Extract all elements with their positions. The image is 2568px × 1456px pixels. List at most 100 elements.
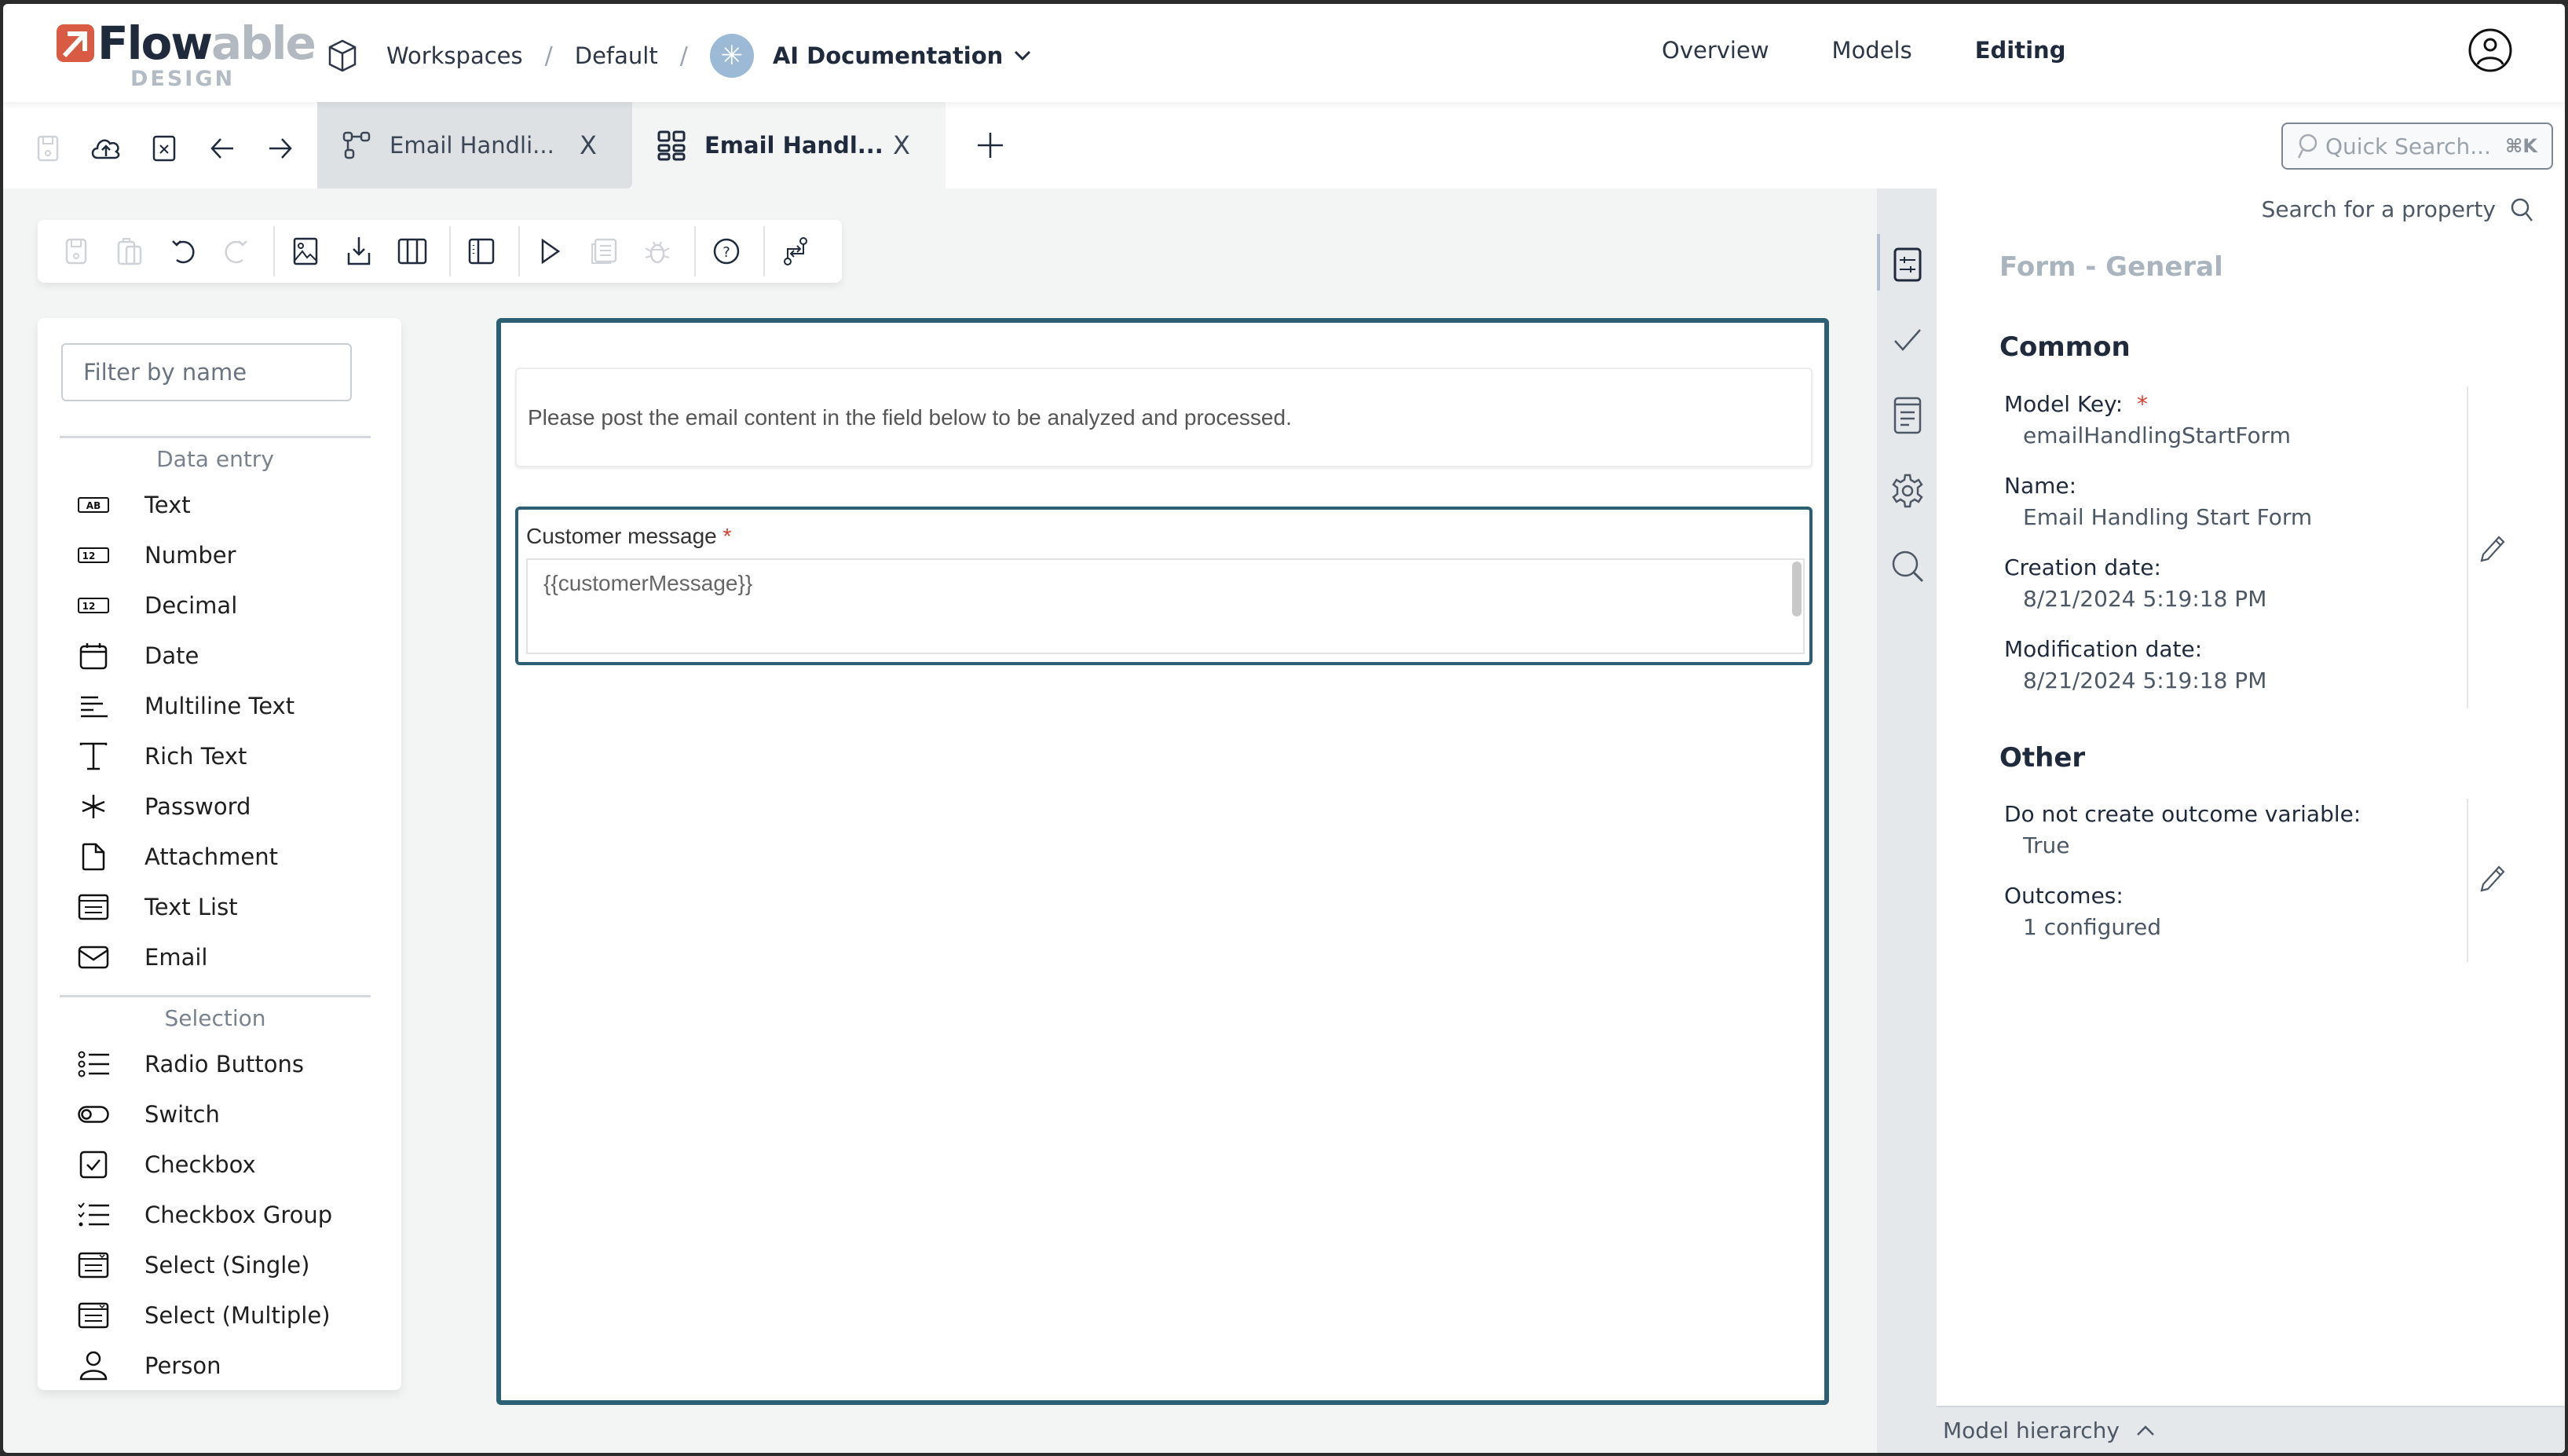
form-canvas[interactable]: Please post the email content in the fie… [496, 318, 1829, 1405]
nav-editing[interactable]: Editing [1975, 37, 2066, 64]
properties-title: Form - General [1999, 251, 2223, 283]
palette-item-switch[interactable]: Switch [60, 1089, 371, 1140]
breadcrumb-default[interactable]: Default [575, 42, 658, 69]
palette-item-number[interactable]: 12 Number [60, 530, 371, 580]
field-label: Customer message * [526, 524, 731, 549]
edit-pencil-icon[interactable] [2477, 864, 2508, 895]
customer-message-textarea[interactable]: {{customerMessage}} [526, 558, 1805, 654]
palette-item-label: Email [144, 944, 208, 971]
logo-word-light: able [210, 16, 316, 70]
upload-cloud-icon[interactable] [90, 132, 123, 165]
quick-search-input[interactable]: Quick Search... ⌘K [2281, 123, 2553, 170]
palette-item-label: Radio Buttons [144, 1051, 304, 1077]
filter-by-name-input[interactable]: Filter by name [61, 343, 352, 401]
quick-search-shortcut: ⌘K [2505, 135, 2537, 157]
editor-toolbar: ? [38, 220, 842, 283]
prop-value-outcomes: 1 configured [2023, 914, 2162, 940]
group-divider [2467, 386, 2468, 708]
nav-overview[interactable]: Overview [1662, 37, 1769, 64]
property-search-input[interactable]: Search for a property [2262, 196, 2533, 222]
palette-item-text-list[interactable]: Text List [60, 882, 371, 932]
palette-item-label: Decimal [144, 592, 238, 619]
gear-icon[interactable] [1891, 474, 1924, 508]
tab-form-model[interactable]: Email Handl... X [632, 102, 946, 188]
checkbox-icon [77, 1148, 110, 1181]
side-panel-icon[interactable] [465, 235, 498, 268]
palette-item-decimal[interactable]: 12 Decimal [60, 580, 371, 631]
properties-sliders-icon[interactable] [1891, 247, 1924, 282]
radio-list-icon [77, 1048, 110, 1081]
component-palette: Filter by name Data entry AB Text 12 Numbe… [38, 318, 401, 1390]
help-icon[interactable]: ? [710, 235, 743, 268]
required-marker: * [722, 524, 732, 548]
calendar-icon [77, 639, 110, 672]
palette-item-select-multiple[interactable]: Select (Multiple) [60, 1290, 371, 1341]
columns-icon[interactable] [396, 235, 429, 268]
search-icon [2297, 134, 2317, 159]
close-all-icon[interactable] [148, 132, 181, 165]
search-icon[interactable] [1891, 550, 1924, 583]
palette-item-password[interactable]: Password [60, 781, 371, 832]
debug-bug-icon[interactable] [641, 235, 674, 268]
top-header: Flowable DESIGN Workspaces / Default / ✳… [3, 4, 2565, 102]
palette-item-label: Text List [144, 894, 238, 920]
palette-item-person[interactable]: Person [60, 1341, 371, 1390]
play-icon[interactable] [534, 235, 567, 268]
save-icon[interactable] [31, 132, 64, 165]
arrow-right-icon[interactable] [264, 132, 297, 165]
palette-item-attachment[interactable]: Attachment [60, 832, 371, 882]
prop-label-text: Model Key: [2004, 391, 2124, 417]
palette-group-title: Data entry [60, 436, 371, 480]
prop-value-model-key: emailHandlingStartForm [2023, 423, 2291, 448]
arrow-left-icon[interactable] [206, 132, 239, 165]
document-icon[interactable] [1891, 397, 1924, 434]
compare-icon[interactable] [779, 235, 812, 268]
image-export-icon[interactable] [289, 235, 322, 268]
undo-icon[interactable] [166, 235, 199, 268]
download-icon[interactable] [342, 235, 375, 268]
palette-item-text[interactable]: AB Text [60, 480, 371, 530]
add-tab-icon[interactable] [973, 128, 1008, 163]
customer-message-field[interactable]: Customer message * {{customerMessage}} [515, 507, 1813, 665]
tab-process-model[interactable]: Email Handli... X [317, 102, 632, 188]
check-icon[interactable] [1891, 324, 1924, 357]
group-divider [2467, 799, 2468, 962]
save-icon[interactable] [60, 235, 93, 268]
user-circle-icon[interactable] [2467, 27, 2513, 73]
textarea-scrollbar[interactable] [1792, 562, 1802, 616]
logo-word-dark: Flow [97, 16, 213, 70]
flowable-logo[interactable]: Flowable DESIGN [52, 16, 316, 97]
edit-pencil-icon[interactable] [2477, 534, 2508, 565]
palette-item-checkbox[interactable]: Checkbox [60, 1140, 371, 1190]
palette-item-rich-text[interactable]: Rich Text [60, 731, 371, 781]
preview-icon[interactable] [587, 235, 620, 268]
breadcrumb-ai-documentation[interactable]: AI Documentation [773, 42, 1004, 69]
palette-item-date[interactable]: Date [60, 631, 371, 681]
palette-item-multiline-text[interactable]: Multiline Text [60, 681, 371, 731]
close-icon[interactable]: X [574, 130, 602, 160]
prop-label-creation-date: Creation date: [2004, 554, 2161, 580]
properties-side-tabs [1877, 188, 1937, 1453]
checklist-icon [77, 1198, 110, 1231]
paste-icon[interactable] [113, 235, 146, 268]
palette-item-radio-buttons[interactable]: Radio Buttons [60, 1039, 371, 1089]
tab-tools [31, 132, 297, 165]
palette-item-email[interactable]: Email [60, 932, 371, 982]
redo-icon[interactable] [220, 235, 253, 268]
nav-models[interactable]: Models [1832, 37, 1912, 64]
palette-item-checkbox-group[interactable]: Checkbox Group [60, 1190, 371, 1240]
palette-item-select-single[interactable]: Select (Single) [60, 1240, 371, 1290]
common-properties[interactable]: Model Key: * emailHandlingStartForm Name… [2004, 391, 2475, 718]
text-field-icon: AB [77, 488, 110, 521]
other-properties[interactable]: Do not create outcome variable: True Out… [2004, 801, 2475, 964]
close-icon[interactable]: X [887, 130, 916, 160]
svg-text:12: 12 [82, 551, 96, 562]
tab-label: Email Handl... [704, 132, 883, 159]
form-model-icon [657, 130, 686, 161]
breadcrumb-workspaces[interactable]: Workspaces [386, 42, 523, 69]
chevron-down-icon[interactable] [1014, 50, 1031, 61]
text-display-block[interactable]: Please post the email content in the fie… [515, 368, 1813, 467]
field-value: {{customerMessage}} [543, 571, 753, 595]
tab-label: Email Handli... [390, 132, 554, 159]
model-hierarchy-toggle[interactable]: Model hierarchy [1937, 1406, 2565, 1453]
